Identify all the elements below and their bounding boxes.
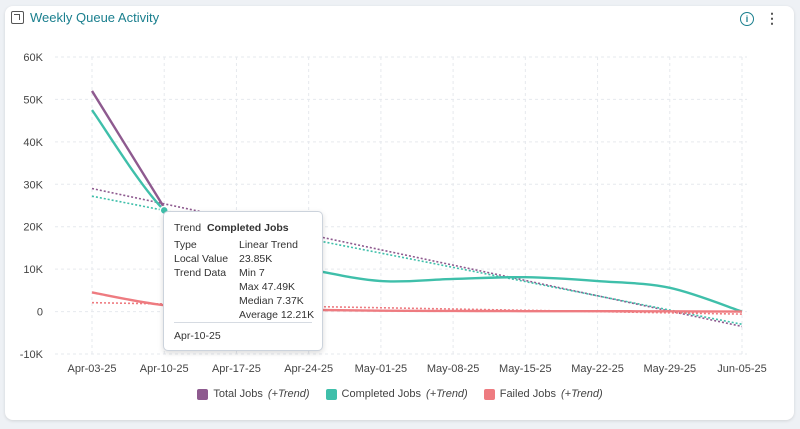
tooltip-value: Min 7 xyxy=(239,267,265,279)
tooltip-value: 23.85K xyxy=(239,253,273,265)
y-tick-label: 60K xyxy=(23,52,43,64)
chart-tooltip: Trend Completed Jobs Type Linear Trend L… xyxy=(163,211,323,351)
tooltip-prefix: Trend xyxy=(174,222,202,234)
y-tick-label: 0 xyxy=(37,307,43,319)
x-tick-label: May-01-25 xyxy=(355,363,408,375)
legend-item-completed-jobs[interactable]: Completed Jobs (+Trend) xyxy=(325,388,468,400)
legend-label: Failed Jobs xyxy=(499,388,556,400)
tooltip-value: Average 12.21K xyxy=(239,309,315,321)
legend-swatch xyxy=(197,388,209,400)
tooltip-divider xyxy=(174,322,312,323)
legend-item-failed-jobs[interactable]: Failed Jobs (+Trend) xyxy=(483,388,603,400)
tooltip-key: Trend Data xyxy=(174,267,227,279)
tooltip-header: Trend Completed Jobs xyxy=(174,222,289,234)
series-line xyxy=(90,90,166,209)
x-tick-label: May-29-25 xyxy=(643,363,696,375)
y-tick-label: 40K xyxy=(23,137,43,149)
tooltip-date: Apr-10-25 xyxy=(174,330,221,342)
y-tick-label: 30K xyxy=(23,179,43,191)
tooltip-value: Max 47.49K xyxy=(239,281,296,293)
tooltip-value: Linear Trend xyxy=(239,239,298,251)
x-tick-label: Apr-24-25 xyxy=(284,363,333,375)
chart-legend: Total Jobs (+Trend) Completed Jobs (+Tre… xyxy=(0,388,800,400)
legend-suffix: (+Trend) xyxy=(426,388,468,400)
x-tick-label: Jun-05-25 xyxy=(717,363,767,375)
x-tick-label: Apr-10-25 xyxy=(140,363,189,375)
tooltip-series: Completed Jobs xyxy=(206,222,289,234)
y-tick-label: 10K xyxy=(23,264,43,276)
y-tick-label: -10K xyxy=(20,349,44,361)
line-chart: -10K 0 10K 20K 30K 40K 50K 60K Apr-03-25 Apr-10-2… xyxy=(20,52,767,375)
tooltip-key: Local Value xyxy=(174,253,229,265)
x-tick-label: Apr-03-25 xyxy=(68,363,117,375)
legend-label: Total Jobs xyxy=(213,388,263,400)
x-tick-label: May-15-25 xyxy=(499,363,552,375)
tooltip-key: Type xyxy=(174,239,197,251)
x-tick-label: May-08-25 xyxy=(427,363,480,375)
legend-item-total-jobs[interactable]: Total Jobs (+Trend) xyxy=(197,388,310,400)
legend-label: Completed Jobs xyxy=(341,388,422,400)
x-tick-label: Apr-17-25 xyxy=(212,363,261,375)
legend-swatch xyxy=(483,388,495,400)
legend-suffix: (+Trend) xyxy=(560,388,603,400)
y-tick-label: 20K xyxy=(23,222,43,234)
x-tick-label: May-22-25 xyxy=(571,363,624,375)
tooltip-value: Median 7.37K xyxy=(239,295,304,307)
legend-suffix: (+Trend) xyxy=(267,388,310,400)
legend-swatch xyxy=(325,388,337,400)
y-tick-label: 50K xyxy=(23,94,43,106)
